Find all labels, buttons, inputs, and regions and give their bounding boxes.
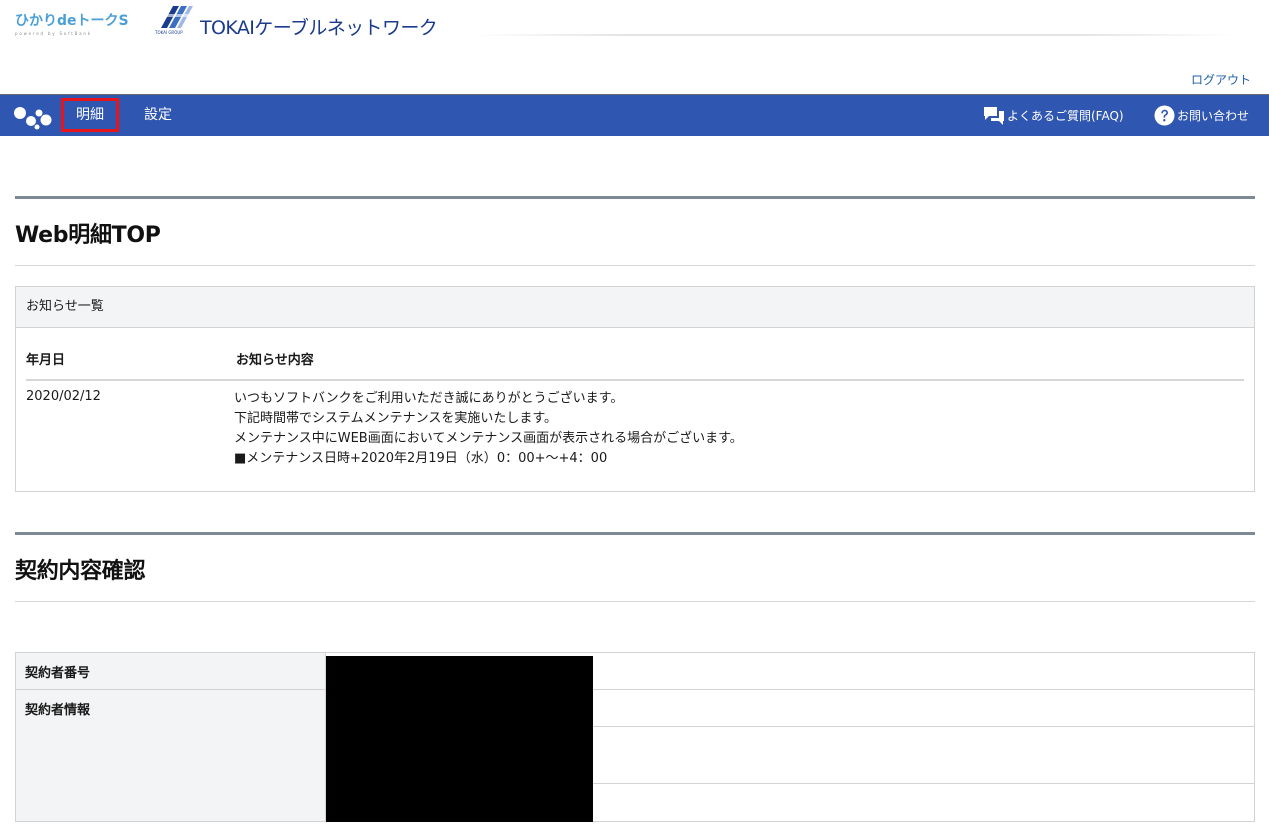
logout-link[interactable]: ログアウト: [1191, 71, 1251, 88]
dots-logo-icon[interactable]: [13, 104, 55, 130]
column-header-content: お知らせ内容: [236, 353, 314, 368]
notice-line: 下記時間帯でシステムメンテナンスを実施いたします。: [234, 411, 558, 426]
main-nav-bar: 明細 設定 よくあるご質問(FAQ) お問い合わせ: [0, 94, 1269, 136]
page-title: Web明細TOP: [15, 223, 161, 248]
notice-content: いつもソフトバンクをご利用いただき誠にありがとうございます。 下記時間帯でシステ…: [234, 389, 743, 469]
section-divider: [15, 265, 1255, 266]
notice-panel: お知らせ一覧 年月日 お知らせ内容 2020/02/12 いつもソフトバンクをご…: [15, 286, 1255, 492]
question-circle-icon: [1154, 105, 1175, 126]
section-top-bar: [15, 196, 1255, 199]
notice-line: いつもソフトバンクをご利用いただき誠にありがとうございます。: [234, 391, 624, 406]
table-row-divider: [16, 689, 1254, 690]
tab-settei[interactable]: 設定: [132, 98, 184, 132]
contract-number-label: 契約者番号: [25, 666, 91, 681]
tokai-cable-network-logo: TOKAI GROUP TOKAIケーブルネットワーク: [155, 2, 445, 39]
redacted-block: [326, 656, 593, 822]
hikari-logo-text: ひかりdeトークS: [15, 13, 129, 29]
contact-link[interactable]: お問い合わせ: [1154, 95, 1249, 136]
hikari-de-talk-logo: ひかりdeトークS powered by SoftBank: [15, 10, 140, 36]
faq-link[interactable]: よくあるご質問(FAQ): [983, 95, 1124, 136]
column-header-date: 年月日: [26, 353, 66, 368]
site-header: ひかりdeトークS powered by SoftBank TOKAI GROU…: [0, 0, 1269, 94]
faq-label: よくあるご質問(FAQ): [1007, 109, 1124, 123]
header-divider: [472, 34, 1234, 36]
contact-label: お問い合わせ: [1177, 109, 1250, 123]
contract-table: 契約者番号 契約者情報: [15, 652, 1255, 822]
tokai-group-label: TOKAI GROUP: [155, 30, 183, 35]
notice-header-divider: [26, 379, 1244, 381]
contract-info-label: 契約者情報: [25, 703, 91, 718]
notice-line: ■メンテナンス日時+2020年2月19日（水）0：00+～+4：00: [234, 451, 608, 466]
contract-section-title: 契約内容確認: [15, 559, 146, 584]
section-top-bar: [15, 532, 1255, 535]
notice-line: メンテナンス中にWEB画面においてメンテナンス画面が表示される場合がございます。: [234, 431, 743, 446]
tokai-company-name: TOKAIケーブルネットワーク: [200, 17, 438, 39]
section-divider: [15, 601, 1255, 602]
hikari-logo-subtext: powered by SoftBank: [15, 31, 92, 36]
tab-meisai[interactable]: 明細: [61, 98, 119, 132]
chat-bubbles-icon: [984, 106, 1004, 125]
notice-heading: お知らせ一覧: [16, 287, 1254, 328]
notice-date: 2020/02/12: [26, 389, 101, 404]
